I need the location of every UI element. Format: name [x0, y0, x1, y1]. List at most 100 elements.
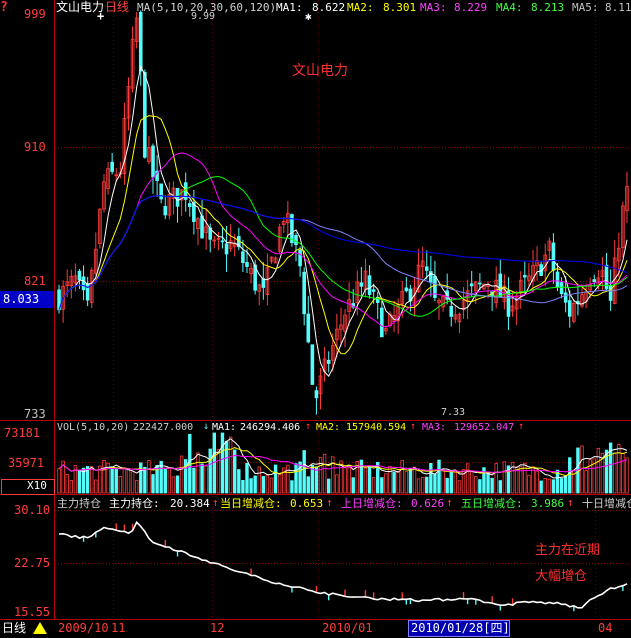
candlestick	[437, 298, 441, 320]
volume-bar	[457, 480, 462, 494]
candlestick	[420, 246, 425, 279]
up-arrow-icon: ↑	[518, 421, 525, 432]
volume-bar	[322, 453, 327, 494]
volume-bar	[388, 465, 392, 494]
volume-bar	[584, 470, 588, 494]
vol-ma1-value: 246294.406	[240, 422, 301, 433]
volume-bar	[122, 467, 127, 494]
candlestick	[69, 269, 74, 299]
candlestick	[576, 285, 580, 316]
up-arrow-icon: ↑	[446, 496, 453, 509]
vol-ma20-line	[58, 454, 628, 473]
volume-bar	[363, 467, 368, 494]
candlestick	[510, 291, 515, 317]
candlestick	[375, 291, 380, 320]
candlestick	[429, 255, 433, 297]
volume-bar	[241, 480, 245, 494]
volume-bar	[114, 468, 118, 494]
period-tab[interactable]: 日线	[2, 622, 26, 634]
volume-bar	[143, 466, 147, 494]
volume-bar	[543, 478, 547, 494]
candlestick	[518, 271, 523, 309]
volume-bar	[110, 466, 114, 494]
candlestick	[216, 232, 221, 251]
volume-bar	[151, 474, 155, 494]
candlestick	[281, 217, 286, 233]
volume-bar	[318, 457, 323, 494]
vol-value: 222427.000	[133, 422, 194, 433]
volume-bar	[130, 471, 135, 494]
volume-bar	[420, 477, 425, 494]
ma5-label: MA5:	[572, 1, 599, 14]
ind-tick-high: 30.10	[14, 503, 51, 517]
star-marker: ✱	[305, 10, 312, 23]
volume-bar	[613, 452, 617, 494]
candlestick	[77, 268, 82, 290]
help-icon[interactable]: ?	[0, 1, 8, 14]
candlestick	[445, 273, 449, 305]
candlestick	[404, 277, 409, 293]
candlestick	[531, 250, 535, 293]
candlestick	[453, 306, 458, 324]
vol-tick-mid: 35971	[8, 456, 45, 470]
triangle-up-icon[interactable]	[33, 622, 47, 634]
volume-bar	[196, 452, 200, 494]
volume-bar	[265, 474, 270, 494]
candlestick	[465, 279, 470, 320]
plus-marker: +	[97, 9, 105, 23]
candlestick	[469, 270, 474, 297]
volume-bar	[335, 474, 339, 494]
volume-bar	[277, 474, 282, 494]
ma2-label: MA2:	[347, 1, 374, 14]
candlestick	[527, 263, 531, 287]
volume-bar	[429, 463, 433, 494]
ma5-value: 8.11	[605, 1, 631, 14]
candlestick	[261, 262, 266, 300]
candlestick	[625, 171, 629, 224]
candlestick	[200, 199, 204, 239]
candlestick	[249, 262, 253, 284]
period-label: 日线	[105, 0, 130, 14]
ma60-line	[58, 195, 628, 310]
candlestick	[102, 174, 106, 213]
volume-bar	[425, 476, 429, 494]
ma3-label: MA3:	[420, 1, 447, 14]
volume-bar	[179, 455, 184, 494]
volume-bar	[286, 464, 290, 494]
volume-bar	[249, 478, 253, 494]
candlestick	[122, 102, 127, 186]
up-arrow-icon: ↑	[212, 496, 219, 509]
price-tick-821: 821	[24, 274, 46, 288]
candlestick	[192, 189, 196, 235]
volume-bar	[625, 457, 629, 494]
volume-bar	[273, 464, 278, 494]
candlestick	[138, 10, 143, 86]
candlestick	[359, 267, 364, 297]
candlestick	[326, 351, 331, 373]
candlestick	[134, 12, 139, 49]
candlestick	[159, 183, 163, 204]
candlestick	[143, 69, 147, 159]
indicator-name: 主力持仓	[57, 497, 101, 510]
candlestick	[494, 266, 499, 309]
candlestick	[580, 287, 584, 309]
volume-bar	[200, 463, 204, 494]
vol-multiplier: X10	[27, 479, 47, 492]
indicator-annotation-1: 主力在近期	[535, 543, 601, 558]
candlestick	[318, 368, 323, 410]
candlestick	[592, 274, 597, 287]
vol-ma3-label: MA3:	[422, 422, 447, 433]
vol-ma2-label: MA2:	[316, 422, 341, 433]
candlestick	[269, 256, 274, 264]
candlestick	[572, 299, 576, 324]
candlestick	[89, 267, 94, 308]
volume-bar	[294, 463, 298, 494]
volume-bar	[400, 459, 404, 494]
candlestick	[171, 181, 176, 215]
candlestick	[367, 265, 372, 299]
volume-bar	[306, 476, 310, 494]
candlestick	[424, 250, 429, 280]
candlestick	[551, 233, 556, 284]
candlestick	[183, 172, 188, 212]
volume-bar	[326, 478, 331, 494]
